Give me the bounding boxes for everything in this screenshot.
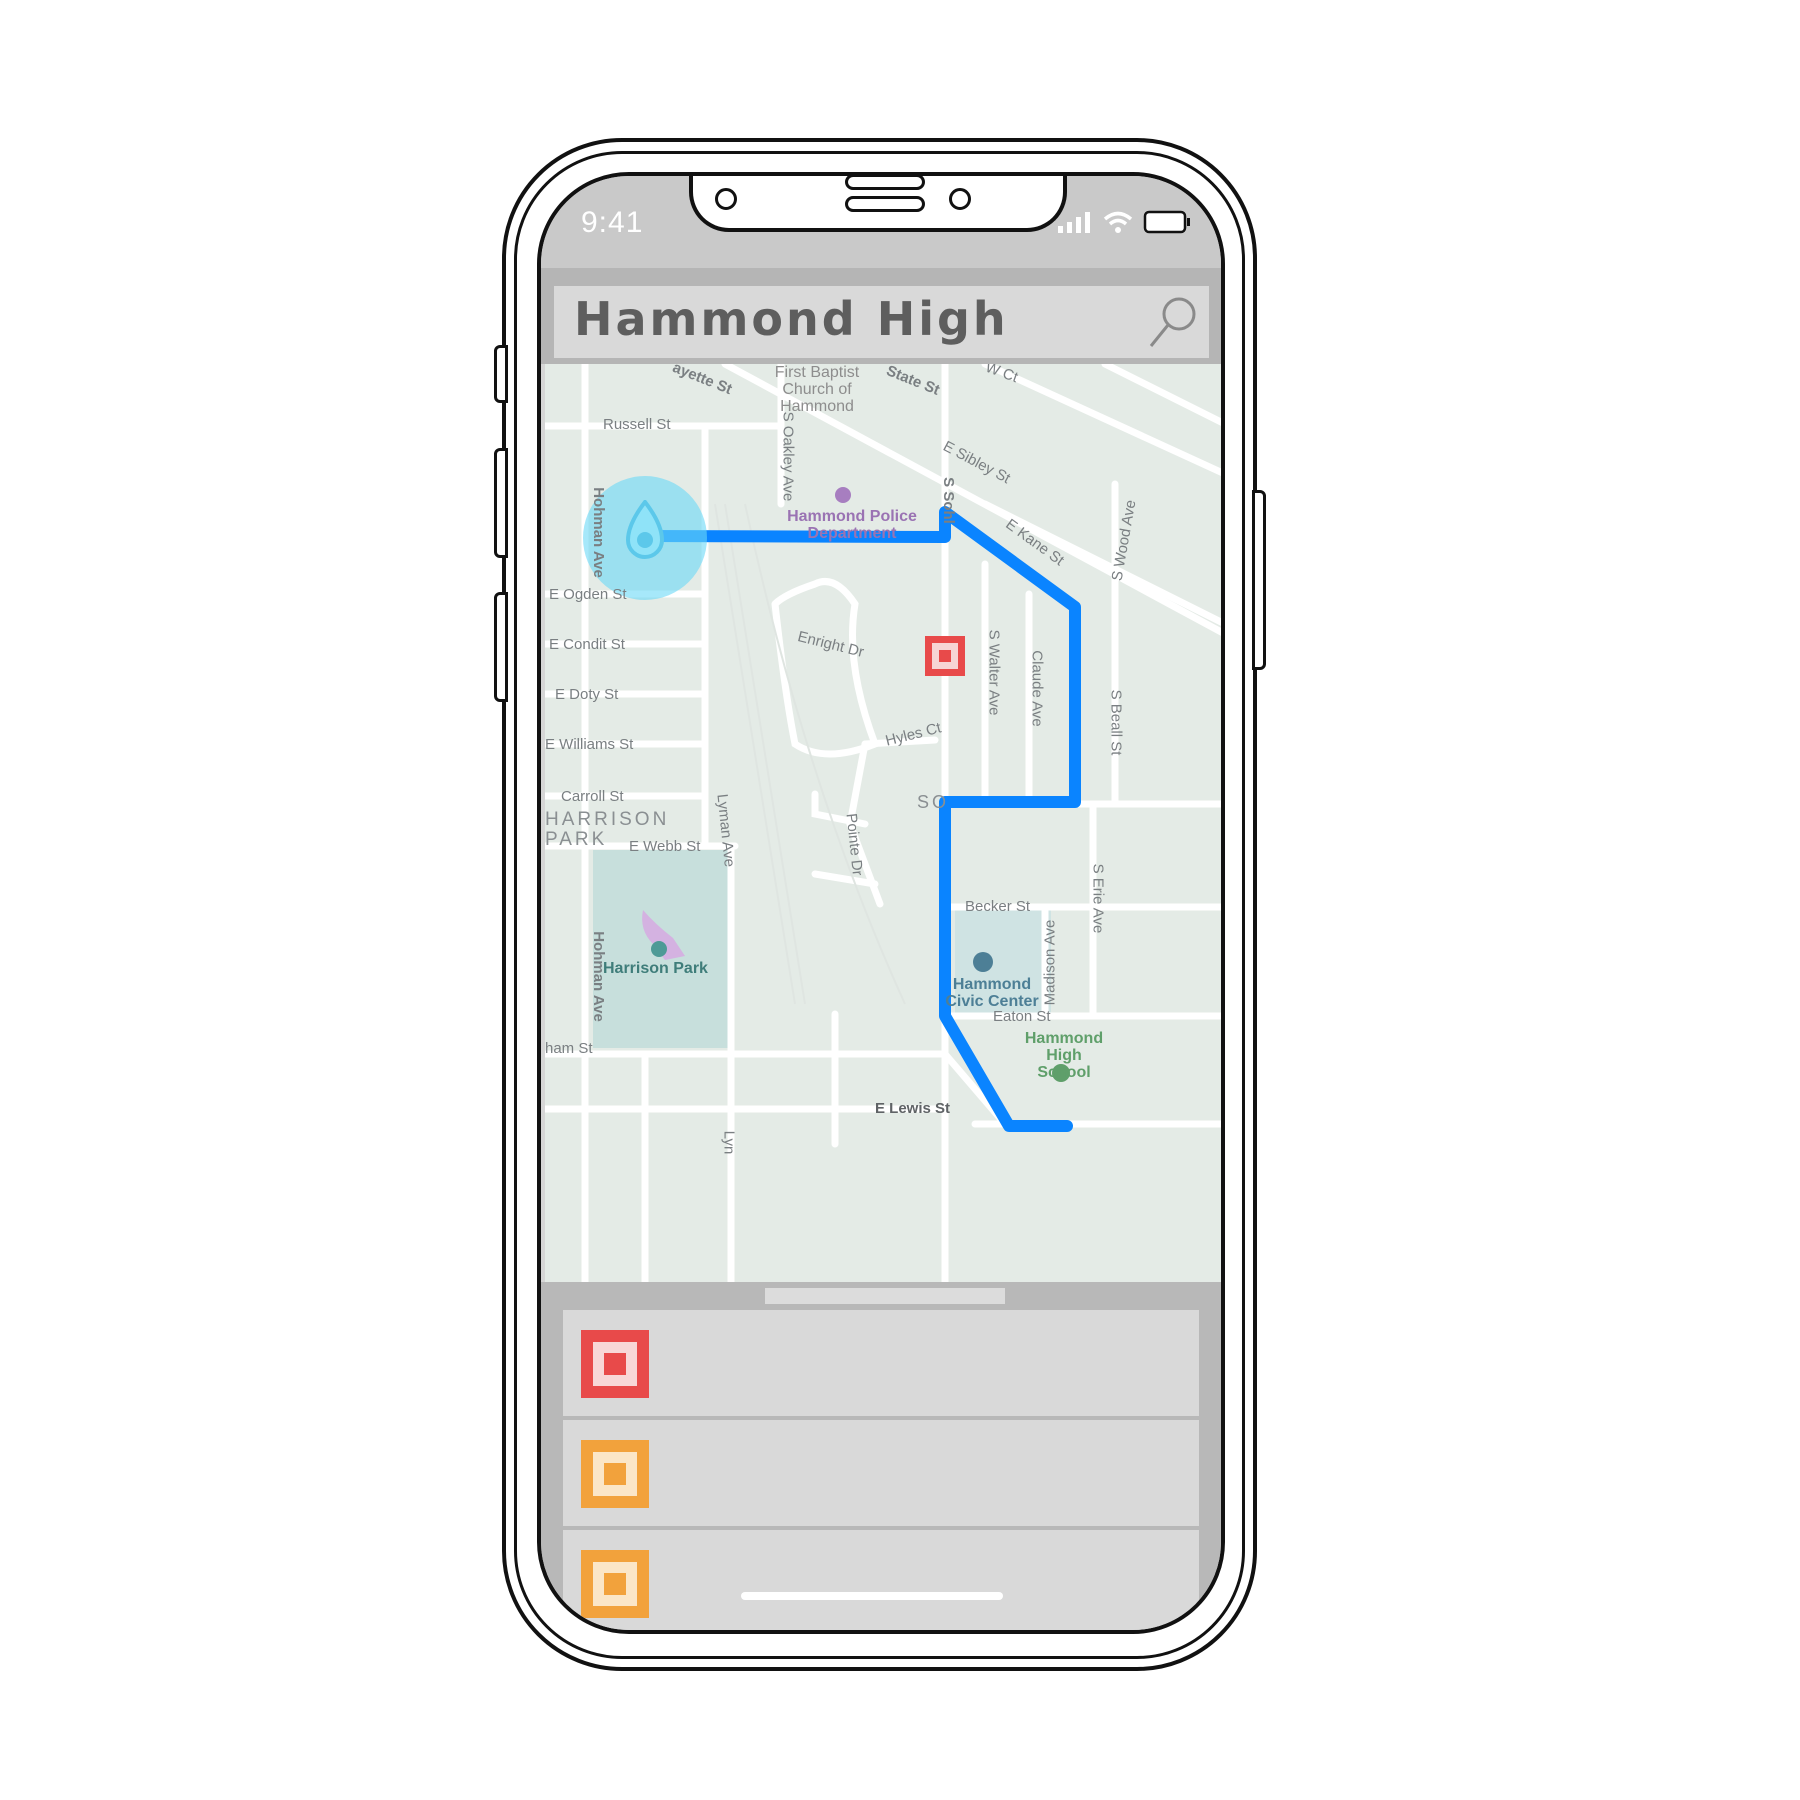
phone-screen: 9:41 Hammond High Russell St ayette St S… <box>537 172 1225 1634</box>
alert-severity-icon <box>581 1330 649 1398</box>
civic-center-label: Hammond Civic Center <box>945 976 1039 1010</box>
park-area-label: HARRISON PARK <box>545 809 670 850</box>
signal-icon <box>1058 212 1090 233</box>
sheet-grabber[interactable] <box>765 1288 1005 1304</box>
result-card[interactable] <box>563 1420 1199 1526</box>
search-input[interactable]: Hammond High <box>554 286 1209 358</box>
alert-severity-icon <box>581 1440 649 1508</box>
park-label: Harrison Park <box>603 960 708 977</box>
notch <box>689 176 1067 232</box>
home-indicator[interactable] <box>741 1592 1003 1600</box>
street-label: E Lewis St <box>875 1100 951 1117</box>
street-label: Madison Ave <box>1041 919 1059 1006</box>
street-label: Lyn <box>720 1130 738 1155</box>
street-label: Carroll St <box>561 788 624 805</box>
alert-severity-icon <box>581 1550 649 1618</box>
search-area: Hammond High <box>541 268 1221 364</box>
volume-up-button <box>494 448 508 558</box>
earpiece-speaker <box>845 196 925 212</box>
church-label: First Baptist Church of Hammond <box>774 364 860 415</box>
status-icons <box>1057 210 1191 234</box>
school-label: Hammond High School <box>1024 1030 1104 1081</box>
police-label: Hammond Police Department <box>787 508 917 542</box>
street-label: E Doty St <box>555 686 619 703</box>
status-time: 9:41 <box>581 206 644 239</box>
results-sheet[interactable] <box>541 1282 1221 1630</box>
mute-switch <box>494 345 508 403</box>
volume-down-button <box>494 592 508 702</box>
search-query: Hammond High <box>574 292 1009 346</box>
street-label: S Beall St <box>1107 689 1125 756</box>
street-label: E Ogden St <box>549 586 627 603</box>
map-view[interactable]: Russell St ayette St State St W Ct E Sib… <box>545 364 1221 1282</box>
search-icon[interactable] <box>1147 294 1201 350</box>
street-label: Russell St <box>603 416 671 433</box>
map-label-fragment: SO <box>917 792 950 812</box>
street-label: S Erie Ave <box>1089 863 1107 934</box>
street-label: S Sohl <box>939 477 957 524</box>
earpiece-speaker <box>845 176 925 190</box>
street-label: E Condit St <box>549 636 625 653</box>
location-pin-icon <box>625 500 665 559</box>
street-label: Hohman Ave <box>589 487 607 578</box>
street-label: Becker St <box>965 898 1031 915</box>
street-label: Eaton St <box>993 1008 1051 1025</box>
sensor <box>949 188 971 210</box>
street-label: Claude Ave <box>1028 650 1046 727</box>
street-label: ham St <box>545 1040 593 1057</box>
result-card[interactable] <box>563 1310 1199 1416</box>
front-camera <box>715 188 737 210</box>
alert-marker[interactable] <box>925 636 965 676</box>
street-label: S Walter Ave <box>985 629 1003 716</box>
street-label: S Oakley Ave <box>779 411 797 502</box>
power-button <box>1252 490 1266 670</box>
battery-icon <box>1143 210 1190 234</box>
wifi-icon <box>1103 211 1133 233</box>
result-card[interactable] <box>563 1530 1199 1630</box>
street-label: E Williams St <box>545 736 634 753</box>
status-bar: 9:41 <box>541 176 1221 268</box>
